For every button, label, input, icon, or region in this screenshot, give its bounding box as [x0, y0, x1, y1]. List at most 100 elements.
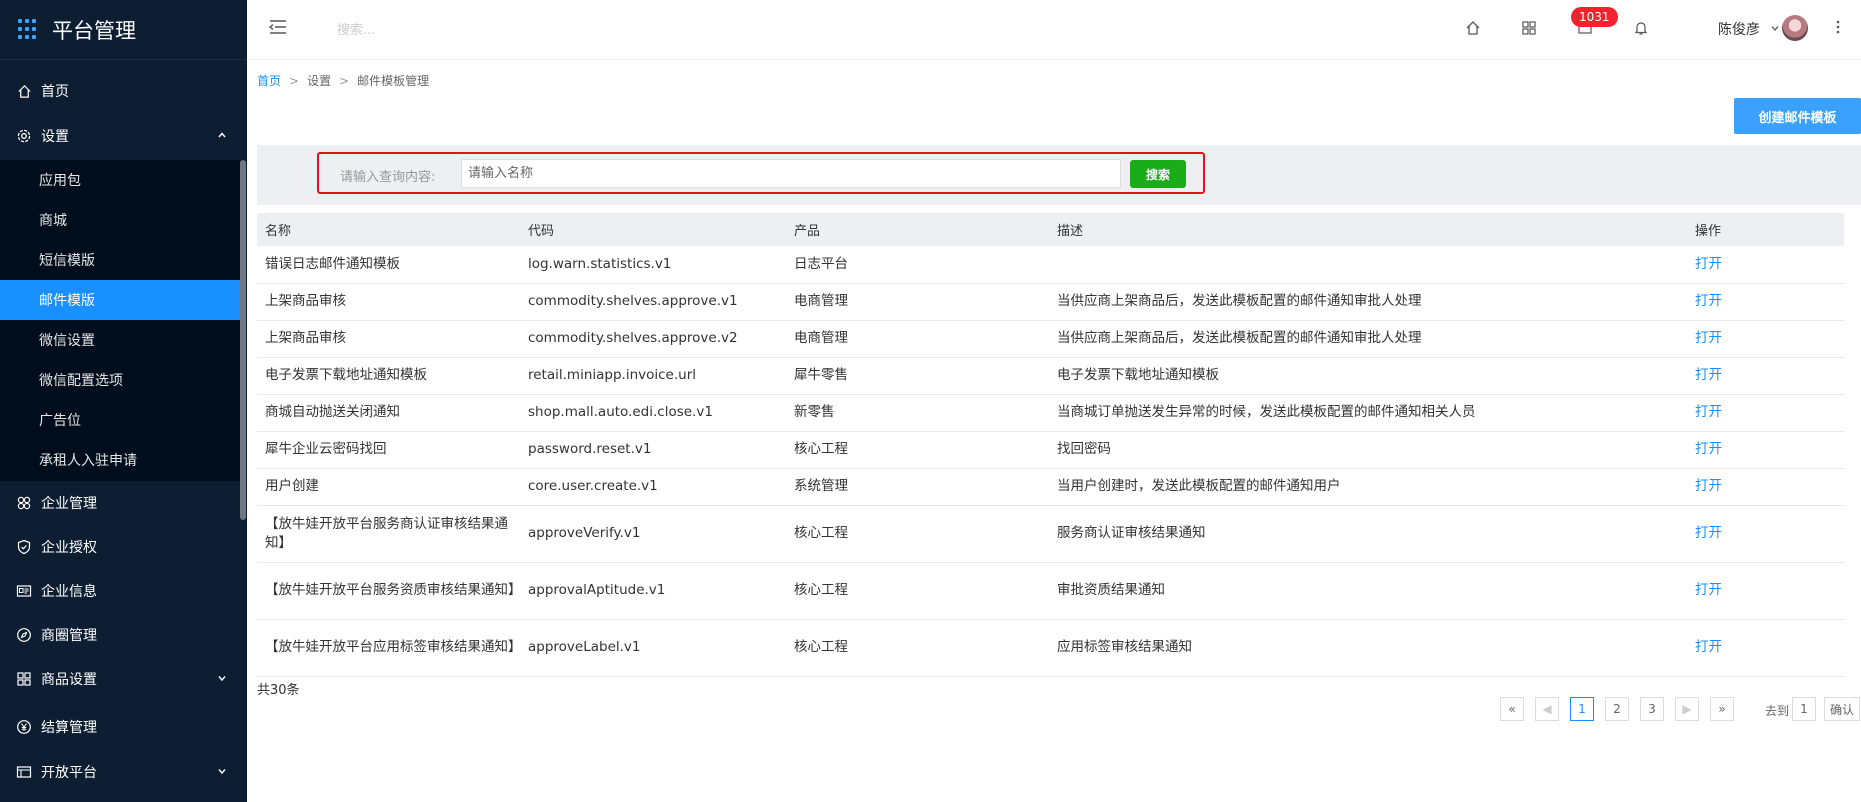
compass-icon [16, 627, 32, 643]
table-row: 上架商品审核 commodity.shelves.approve.v1 电商管理… [257, 283, 1844, 321]
name-search-input[interactable] [461, 159, 1121, 188]
last-page-button[interactable]: » [1710, 697, 1734, 721]
open-link[interactable]: 打开 [1687, 619, 1844, 677]
sidebar-item-product-settings[interactable]: 商品设置 [0, 657, 247, 701]
cell-name: 上架商品审核 [257, 283, 520, 321]
total-count: 共30条 [257, 683, 300, 698]
sidebar-item-home[interactable]: 首页 [0, 69, 247, 113]
sidebar: 平台管理 首页 设置 应用包 商城 短信模版 邮件模版 微信设置 微信配置选项 … [0, 0, 247, 802]
chevron-down-icon [217, 671, 227, 687]
sidebar-subitem-sms-template[interactable]: 短信模版 [0, 240, 240, 280]
cell-name: 【放牛娃开放平台服务商认证审核结果通知】 [257, 505, 520, 563]
sidebar-item-label: 商品设置 [41, 672, 97, 688]
username[interactable]: 陈俊彦 [1718, 19, 1760, 39]
table-row: 【放牛娃开放平台服务商认证审核结果通知】 approveVerify.v1 核心… [257, 505, 1844, 563]
open-link[interactable]: 打开 [1687, 320, 1844, 358]
cell-name: 犀牛企业云密码找回 [257, 431, 520, 469]
sidebar-scrollbar[interactable] [240, 160, 246, 520]
cell-name: 用户创建 [257, 468, 520, 506]
sidebar-subitem-ad-slot[interactable]: 广告位 [0, 400, 240, 440]
avatar[interactable] [1782, 15, 1808, 41]
home-icon [16, 83, 32, 99]
sidebar-subitem-wechat-settings[interactable]: 微信设置 [0, 320, 240, 360]
next-page-button[interactable]: ▶ [1675, 697, 1699, 721]
table-header-row: 名称 代码 产品 描述 操作 [257, 213, 1844, 246]
query-label: 请输入查询内容: [340, 170, 436, 185]
page-2-button[interactable]: 2 [1605, 697, 1629, 721]
open-link[interactable]: 打开 [1687, 357, 1844, 395]
open-link[interactable]: 打开 [1687, 505, 1844, 563]
table-row: 电子发票下载地址通知模板 retail.miniapp.invoice.url … [257, 357, 1844, 395]
cell-product: 日志平台 [786, 246, 1049, 284]
table-row: 【放牛娃开放平台服务资质审核结果通知】 approvalAptitude.v1 … [257, 562, 1844, 620]
cell-code: shop.mall.auto.edi.close.v1 [520, 394, 786, 432]
cell-product: 核心工程 [786, 562, 1049, 620]
open-link[interactable]: 打开 [1687, 283, 1844, 321]
sidebar-subitem-tenant-application[interactable]: 承租人入驻申请 [0, 440, 240, 480]
column-header-operation: 操作 [1687, 213, 1844, 246]
column-header-description: 描述 [1049, 213, 1687, 246]
cell-description: 当供应商上架商品后，发送此模板配置的邮件通知审批人处理 [1049, 320, 1687, 358]
sidebar-item-label: 开放平台 [41, 765, 97, 781]
cell-description: 当用户创建时，发送此模板配置的邮件通知用户 [1049, 468, 1687, 506]
table-row: 犀牛企业云密码找回 password.reset.v1 核心工程 找回密码 打开 [257, 431, 1844, 469]
cell-name: 商城自动抛送关闭通知 [257, 394, 520, 432]
page-1-button[interactable]: 1 [1570, 697, 1594, 721]
home-icon[interactable] [1463, 18, 1483, 38]
sidebar-item-label: 结算管理 [41, 720, 97, 736]
open-link[interactable]: 打开 [1687, 431, 1844, 469]
open-link[interactable]: 打开 [1687, 394, 1844, 432]
cell-code: log.warn.statistics.v1 [520, 246, 786, 284]
apps-grid-icon[interactable] [1519, 18, 1539, 38]
chevron-down-icon[interactable] [1770, 21, 1780, 37]
sidebar-item-label: 商圈管理 [41, 628, 97, 644]
cell-product: 核心工程 [786, 431, 1049, 469]
breadcrumb-settings-link[interactable]: 设置 [307, 74, 331, 88]
sidebar-item-label: 企业管理 [41, 496, 97, 512]
sidebar-item-enterprise-info[interactable]: 企业信息 [0, 569, 247, 613]
open-link[interactable]: 打开 [1687, 468, 1844, 506]
breadcrumb-home-link[interactable]: 首页 [257, 74, 281, 88]
sidebar-item-label: 设置 [41, 129, 69, 145]
open-link[interactable]: 打开 [1687, 562, 1844, 620]
column-header-name: 名称 [257, 213, 520, 246]
settings-submenu: 应用包 商城 短信模版 邮件模版 微信设置 微信配置选项 广告位 承租人入驻申请 [0, 160, 247, 481]
sidebar-item-settings[interactable]: 设置 [0, 114, 247, 158]
sidebar-item-label: 首页 [41, 84, 69, 100]
chevron-up-icon [217, 128, 227, 144]
cell-name: 【放牛娃开放平台应用标签审核结果通知】 [257, 619, 522, 677]
cell-name: 电子发票下载地址通知模板 [257, 357, 520, 395]
sidebar-item-open-platform[interactable]: 开放平台 [0, 750, 247, 794]
search-button[interactable]: 搜索 [1130, 160, 1186, 188]
more-vertical-icon[interactable] [1835, 19, 1841, 39]
cell-code: approvalAptitude.v1 [520, 562, 786, 620]
bell-icon[interactable] [1631, 18, 1651, 38]
goto-page-input[interactable] [1792, 697, 1816, 721]
create-email-template-button[interactable]: 创建邮件模板 [1734, 98, 1861, 134]
header-search-input[interactable] [337, 17, 637, 43]
sidebar-item-business-district[interactable]: 商圈管理 [0, 613, 247, 657]
sidebar-subitem-app-package[interactable]: 应用包 [0, 160, 240, 200]
sidebar-item-label: 企业授权 [41, 540, 97, 556]
chevron-down-icon [217, 764, 227, 780]
breadcrumb-current: 邮件模板管理 [357, 74, 430, 88]
sidebar-subitem-wechat-options[interactable]: 微信配置选项 [0, 360, 240, 400]
open-link[interactable]: 打开 [1687, 246, 1844, 284]
goto-confirm-button[interactable]: 确认 [1824, 697, 1860, 721]
app-title: 平台管理 [52, 18, 136, 43]
cell-code: approveLabel.v1 [520, 619, 786, 677]
sidebar-subitem-mall[interactable]: 商城 [0, 200, 240, 240]
sidebar-item-enterprise-authorization[interactable]: 企业授权 [0, 525, 247, 569]
first-page-button[interactable]: « [1500, 697, 1524, 721]
sidebar-subitem-email-template[interactable]: 邮件模版 [0, 280, 240, 320]
menu-toggle-icon[interactable] [268, 19, 287, 39]
cell-product: 新零售 [786, 394, 1049, 432]
sidebar-item-enterprise-management[interactable]: 企业管理 [0, 481, 247, 525]
column-header-code: 代码 [520, 213, 786, 246]
cell-code: core.user.create.v1 [520, 468, 786, 506]
prev-page-button[interactable]: ◀ [1535, 697, 1559, 721]
page-3-button[interactable]: 3 [1640, 697, 1664, 721]
table-row: 商城自动抛送关闭通知 shop.mall.auto.edi.close.v1 新… [257, 394, 1844, 432]
sidebar-item-settlement[interactable]: 结算管理 [0, 705, 247, 749]
cell-name: 上架商品审核 [257, 320, 520, 358]
